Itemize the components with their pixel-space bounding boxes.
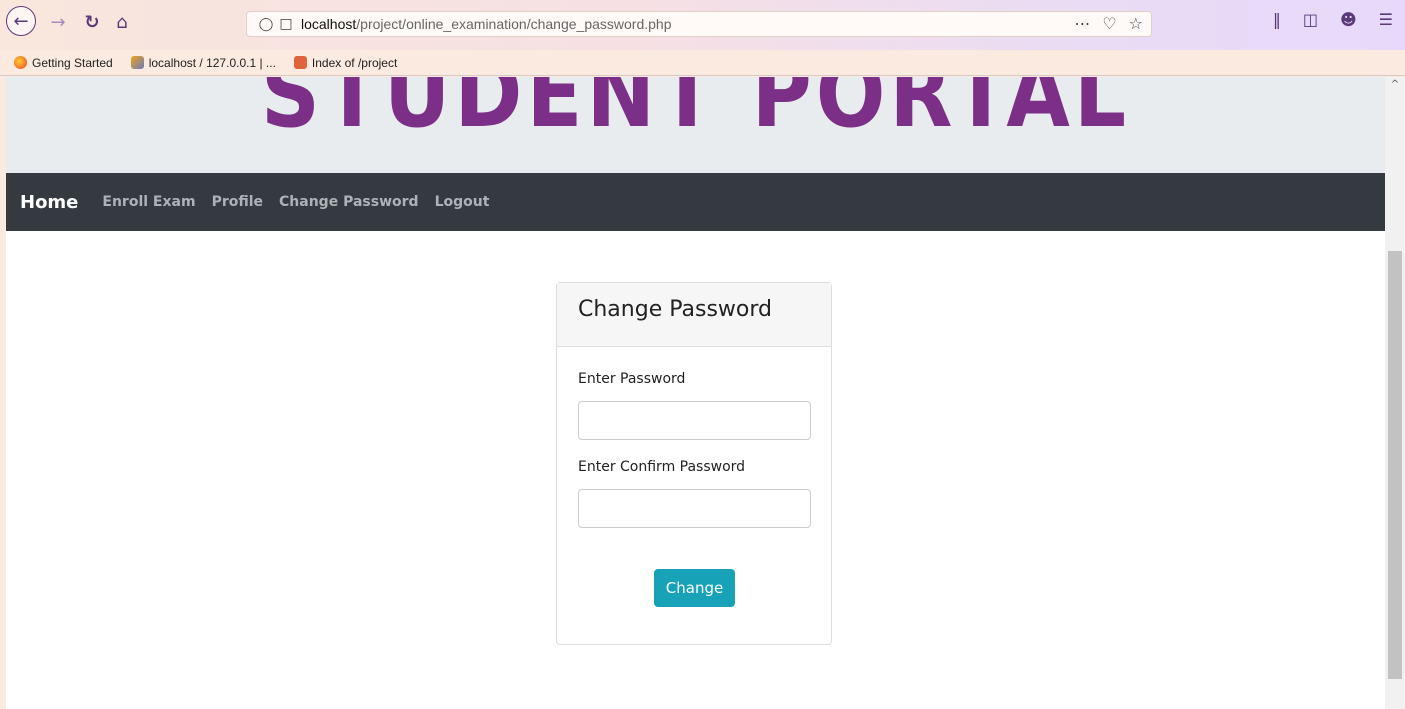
shield-icon[interactable]: ◯ — [255, 17, 277, 32]
nav-logout[interactable]: Logout — [435, 194, 490, 210]
menu-icon[interactable]: ☰ — [1379, 10, 1393, 29]
browser-toolbar: ← → ↻ ⌂ ◯ □ localhost/project/online_exa… — [0, 0, 1405, 50]
url-bar[interactable]: ◯ □ localhost/project/online_examination… — [246, 11, 1152, 37]
sidebar-icon[interactable]: ◫ — [1303, 10, 1318, 29]
phpmyadmin-icon — [130, 56, 144, 69]
account-icon[interactable]: ☻ — [1340, 10, 1357, 29]
url-host: localhost — [301, 16, 357, 32]
card-title: Change Password — [557, 283, 831, 347]
nav-home[interactable]: Home — [20, 192, 78, 213]
pocket-icon[interactable]: ♡ — [1102, 14, 1116, 33]
xampp-icon — [293, 56, 307, 69]
banner-title: STUDENT PORTAL — [260, 77, 1131, 150]
nav-change-password[interactable]: Change Password — [279, 194, 419, 210]
more-actions-icon[interactable]: ⋯ — [1074, 14, 1090, 33]
main-navbar: Home Enroll Exam Profile Change Password… — [6, 173, 1385, 231]
library-icon[interactable]: ‖ — [1273, 10, 1281, 29]
confirm-password-label: Enter Confirm Password — [578, 459, 746, 475]
bookmark-label: Index of /project — [311, 55, 398, 70]
bookmark-getting-started[interactable]: Getting Started — [14, 56, 113, 70]
bookmark-index-project[interactable]: Index of /project — [293, 55, 398, 70]
scrollbar-thumb[interactable] — [1388, 251, 1402, 679]
confirm-password-input[interactable] — [578, 489, 811, 528]
firefox-icon — [14, 56, 27, 69]
portal-banner: STUDENT PORTAL — [6, 77, 1385, 173]
change-password-card: Change Password Enter Password Enter Con… — [556, 282, 832, 645]
reload-icon[interactable]: ↻ — [78, 8, 106, 36]
forward-arrow-icon[interactable]: → — [44, 8, 72, 36]
bookmark-star-icon[interactable]: ☆ — [1129, 14, 1143, 33]
bookmark-label: Getting Started — [32, 55, 113, 70]
nav-enroll-exam[interactable]: Enroll Exam — [102, 194, 195, 210]
page-icon: □ — [279, 16, 293, 32]
nav-profile[interactable]: Profile — [212, 194, 263, 210]
back-arrow-icon[interactable]: ← — [6, 6, 36, 36]
bookmark-label: localhost / 127.0.0.1 | ... — [148, 55, 276, 70]
url-path: /project/online_examination/change_passw… — [356, 16, 672, 32]
page-viewport: STUDENT PORTAL Home Enroll Exam Profile … — [6, 77, 1385, 709]
scroll-up-icon[interactable]: ^ — [1385, 79, 1405, 90]
password-label: Enter Password — [578, 371, 686, 387]
bookmarks-bar: Getting Started localhost / 127.0.0.1 | … — [0, 50, 1405, 76]
url-text[interactable]: localhost/project/online_examination/cha… — [301, 16, 671, 32]
home-icon[interactable]: ⌂ — [108, 8, 136, 36]
password-input[interactable] — [578, 401, 811, 440]
change-button[interactable]: Change — [654, 569, 735, 607]
bookmark-localhost[interactable]: localhost / 127.0.0.1 | ... — [130, 55, 276, 70]
page-scrollbar[interactable]: ^ — [1385, 77, 1405, 709]
